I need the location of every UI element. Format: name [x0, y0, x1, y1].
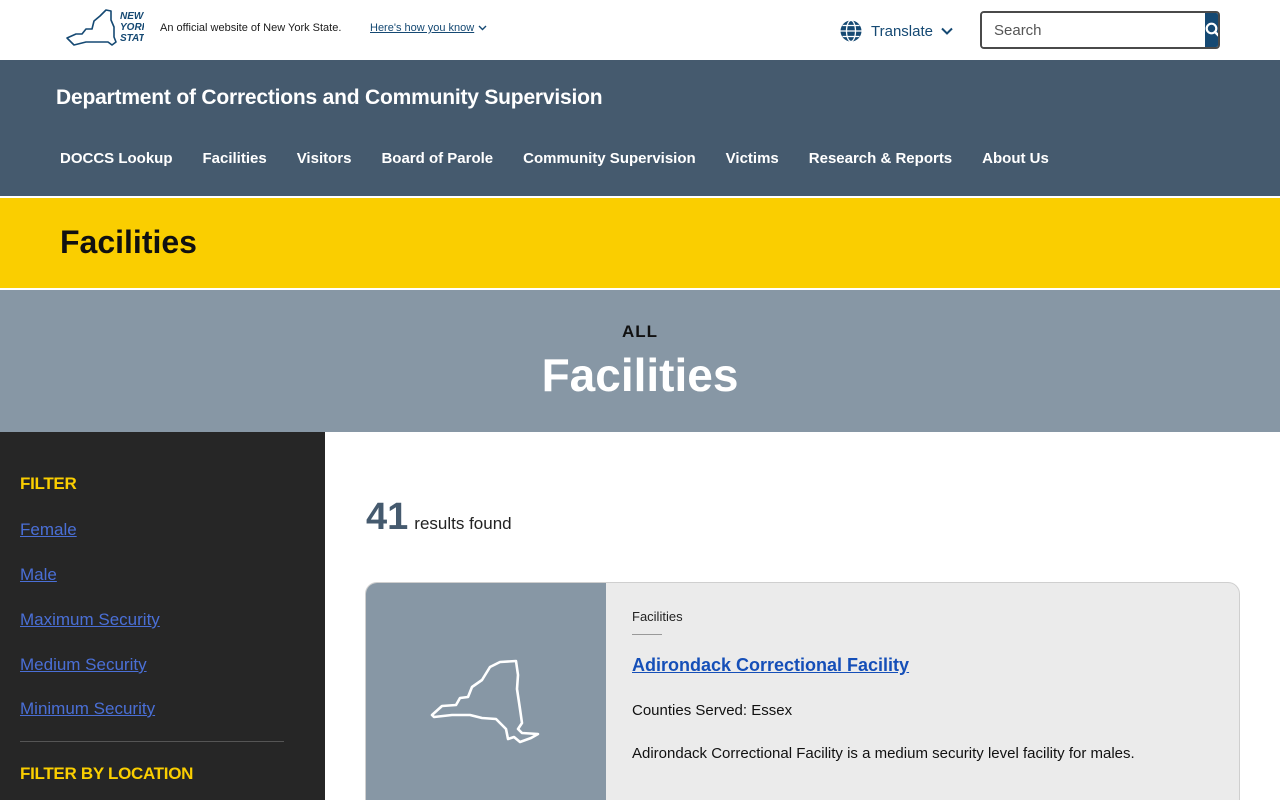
- globe-icon: [840, 19, 862, 43]
- main-navigation: DOCCS Lookup Facilities Visitors Board o…: [60, 150, 1049, 167]
- how-you-know-label: Here's how you know: [370, 22, 475, 34]
- agency-title[interactable]: Department of Corrections and Community …: [56, 86, 603, 110]
- nav-doccs-lookup[interactable]: DOCCS Lookup: [60, 150, 173, 167]
- translate-button[interactable]: Translate: [839, 17, 953, 45]
- filter-sidebar: FILTER Female Male Maximum Security Medi…: [0, 432, 325, 800]
- filter-male[interactable]: Male: [20, 565, 57, 585]
- search-button[interactable]: [1205, 13, 1218, 47]
- facility-title-link[interactable]: Adirondack Correctional Facility: [632, 655, 909, 676]
- ny-state-outline-icon: NEW YORK STATE: [66, 9, 152, 46]
- how-you-know-link[interactable]: Here's how you know: [370, 22, 487, 34]
- nav-board-of-parole[interactable]: Board of Parole: [381, 150, 493, 167]
- hero-section: ALL Facilities: [0, 290, 1280, 432]
- results-count: 41: [366, 496, 409, 538]
- search-form: [980, 11, 1220, 49]
- filter-location-heading: FILTER BY LOCATION: [20, 764, 194, 783]
- card-counties-served: Counties Served: Essex: [632, 702, 793, 719]
- card-image: [366, 583, 606, 800]
- nav-facilities[interactable]: Facilities: [203, 150, 267, 167]
- nys-logo[interactable]: NEW YORK STATE: [64, 7, 152, 53]
- universal-header: NEW YORK STATE An official website of Ne…: [0, 0, 1280, 60]
- filter-maximum-security[interactable]: Maximum Security: [20, 610, 160, 630]
- sidebar-divider: [20, 741, 284, 742]
- translate-label: Translate: [871, 22, 933, 40]
- filter-minimum-security[interactable]: Minimum Security: [20, 699, 155, 719]
- logo-word-york: YORK: [120, 22, 144, 33]
- chevron-down-icon: [478, 25, 487, 31]
- results-label: results found: [414, 514, 512, 533]
- official-website-text: An official website of New York State.: [160, 22, 342, 34]
- logo-word-new: NEW: [120, 11, 144, 22]
- card-category-divider: [632, 634, 662, 635]
- chevron-down-icon: [941, 27, 953, 35]
- agency-header: Department of Corrections and Community …: [0, 60, 1280, 196]
- nav-research-reports[interactable]: Research & Reports: [809, 150, 952, 167]
- search-input[interactable]: [982, 13, 1205, 47]
- page-banner: Facilities: [0, 198, 1280, 288]
- card-category: Facilities: [632, 609, 683, 624]
- ny-state-outline-icon: [430, 659, 540, 744]
- nav-visitors[interactable]: Visitors: [297, 150, 352, 167]
- filter-medium-security[interactable]: Medium Security: [20, 655, 147, 675]
- logo-word-state: STATE: [120, 33, 144, 44]
- card-description: Adirondack Correctional Facility is a me…: [632, 745, 1135, 762]
- facility-card: Facilities Adirondack Correctional Facil…: [365, 582, 1240, 800]
- filter-heading: FILTER: [20, 474, 77, 493]
- filter-female[interactable]: Female: [20, 520, 77, 540]
- nav-community-supervision[interactable]: Community Supervision: [523, 150, 696, 167]
- results-summary: 41 results found: [366, 496, 512, 539]
- hero-title: Facilities: [541, 349, 739, 401]
- search-icon: [1205, 22, 1218, 37]
- nav-victims[interactable]: Victims: [726, 150, 779, 167]
- hero-eyebrow: ALL: [621, 322, 659, 341]
- page-title: Facilities: [60, 224, 197, 260]
- nav-about-us[interactable]: About Us: [982, 150, 1049, 167]
